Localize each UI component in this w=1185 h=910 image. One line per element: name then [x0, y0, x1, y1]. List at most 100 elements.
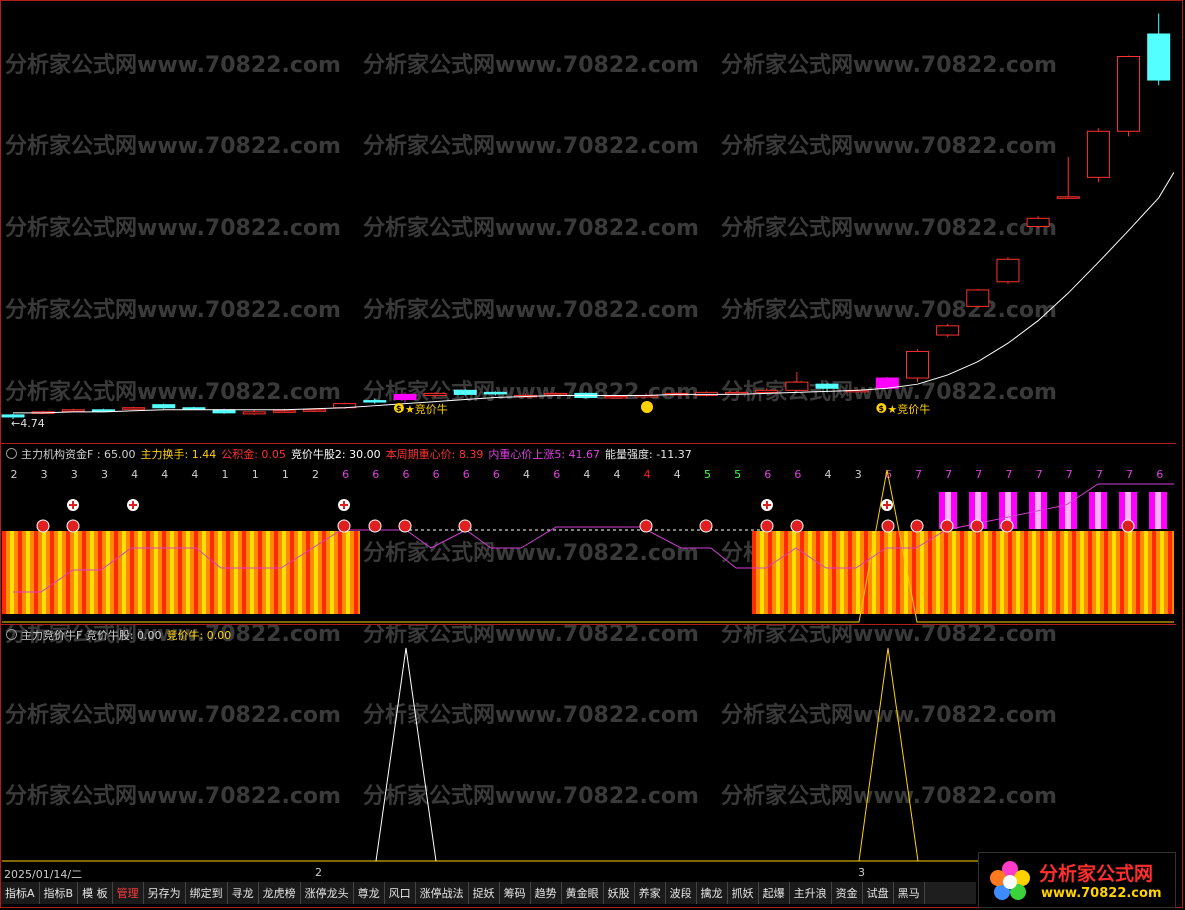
- indicator-digit: 3: [71, 468, 78, 481]
- energy-stripe: [1008, 531, 1012, 614]
- tab-抓妖[interactable]: 抓妖: [727, 882, 759, 904]
- tab-趋势[interactable]: 趋势: [530, 882, 562, 904]
- signal-spike: [375, 647, 437, 862]
- energy-stripe: [22, 531, 26, 614]
- energy-stripe: [932, 531, 936, 614]
- indicator1-panel[interactable]: 分析家公式网www.70822.com分析家公式网www.70822.com分析…: [1, 444, 1174, 623]
- tab-寻龙[interactable]: 寻龙: [227, 882, 259, 904]
- candle-body: [604, 395, 628, 399]
- energy-stripe: [1028, 531, 1032, 614]
- energy-stripe: [142, 531, 146, 614]
- tab-指标A[interactable]: 指标A: [1, 882, 40, 904]
- candle-body: [785, 381, 809, 391]
- watermark-text: 分析家公式网www.70822.com: [363, 133, 699, 159]
- energy-stripe: [162, 531, 166, 614]
- indicator-digit: 2: [11, 468, 18, 481]
- tab-波段[interactable]: 波段: [665, 882, 697, 904]
- indicator-digit: 4: [191, 468, 198, 481]
- tab-擒龙[interactable]: 擒龙: [696, 882, 728, 904]
- energy-stripe: [808, 531, 812, 614]
- energy-stripe: [78, 531, 82, 614]
- tab-龙虎榜[interactable]: 龙虎榜: [258, 882, 301, 904]
- tab-养家[interactable]: 养家: [634, 882, 666, 904]
- red-ball-icon: [970, 519, 984, 533]
- indicator-toggle-icon[interactable]: [6, 448, 17, 459]
- tab-尊龙[interactable]: 尊龙: [353, 882, 385, 904]
- indicator1-chart[interactable]: 分析家公式网www.70822.com分析家公式网www.70822.com分析…: [1, 444, 1174, 623]
- energy-stripe: [2, 531, 6, 614]
- energy-stripe: [968, 531, 972, 614]
- candle-body: [966, 289, 990, 307]
- energy-stripe: [42, 531, 46, 614]
- energy-stripe: [836, 531, 840, 614]
- indicator-digit: 6: [433, 468, 440, 481]
- energy-stripe: [182, 531, 186, 614]
- energy-stripe: [1100, 531, 1104, 614]
- energy-stripe: [294, 531, 298, 614]
- indicator-digit: 5: [734, 468, 741, 481]
- tab-主升浪[interactable]: 主升浪: [789, 882, 832, 904]
- energy-stripe: [262, 531, 266, 614]
- energy-stripe: [1148, 531, 1152, 614]
- indicator-digit: 7: [1126, 468, 1133, 481]
- indicator-digit: 6: [402, 468, 409, 481]
- energy-stripe: [54, 531, 58, 614]
- tab-起爆[interactable]: 起爆: [758, 882, 790, 904]
- watermark-text: 分析家公式网www.70822.com: [721, 215, 1057, 241]
- energy-stripe: [210, 531, 214, 614]
- energy-stripe: [70, 531, 74, 614]
- energy-stripe: [282, 531, 286, 614]
- tab-筹码[interactable]: 筹码: [499, 882, 531, 904]
- energy-stripe: [760, 531, 764, 614]
- energy-stripe: [1000, 531, 1004, 614]
- energy-stripe: [86, 531, 90, 614]
- energy-stripe: [290, 531, 294, 614]
- tab-黄金眼[interactable]: 黄金眼: [561, 882, 604, 904]
- energy-stripe: [872, 531, 876, 614]
- energy-stripe: [988, 531, 992, 614]
- energy-stripe: [824, 531, 828, 614]
- tab-黑马[interactable]: 黑马: [893, 882, 925, 904]
- energy-stripe: [238, 531, 242, 614]
- red-ball-icon: [881, 519, 895, 533]
- energy-stripe: [916, 531, 920, 614]
- tab-涨停战法[interactable]: 涨停战法: [415, 882, 469, 904]
- indicator-digit: 4: [131, 468, 138, 481]
- energy-stripe: [768, 531, 772, 614]
- energy-stripe: [828, 531, 832, 614]
- red-ball-icon: [699, 519, 713, 533]
- watermark-text: 分析家公式网www.70822.com: [721, 133, 1057, 159]
- tab-捉妖[interactable]: 捉妖: [468, 882, 500, 904]
- legend-field: 主力机构资金F : 65.00: [21, 448, 136, 461]
- tab-风口[interactable]: 风口: [384, 882, 416, 904]
- indicator-digit: 5: [704, 468, 711, 481]
- energy-stripe: [972, 531, 976, 614]
- tab-试盘[interactable]: 试盘: [862, 882, 894, 904]
- ma-line: [13, 171, 1175, 414]
- tab-模板[interactable]: 模 板: [78, 882, 113, 904]
- tab-妖股[interactable]: 妖股: [603, 882, 635, 904]
- energy-stripe: [30, 531, 34, 614]
- energy-stripe: [226, 531, 230, 614]
- tab-另存为[interactable]: 另存为: [143, 882, 186, 904]
- indicator2-chart[interactable]: 分析家公式网www.70822.com 分析家公式网www.70822.com 分析…: [1, 621, 1174, 863]
- energy-stripe: [1048, 531, 1052, 614]
- energy-stripe: [306, 531, 310, 614]
- kline-chart[interactable]: 分析家公式网www.70822.com 分析家公式网www.70822.com 分析…: [1, 1, 1175, 442]
- tab-涨停龙头[interactable]: 涨停龙头: [300, 882, 354, 904]
- energy-stripe: [992, 531, 996, 614]
- candle-body: [906, 350, 929, 379]
- kline-panel[interactable]: 分析家公式网www.70822.com 分析家公式网www.70822.com 分析…: [1, 1, 1175, 442]
- energy-stripe: [266, 531, 270, 614]
- indicator-digit: 6: [794, 468, 801, 481]
- tab-管理[interactable]: 管理: [112, 882, 144, 904]
- energy-stripe: [310, 531, 314, 614]
- tab-指标B[interactable]: 指标B: [39, 882, 79, 904]
- indicator2-panel[interactable]: 分析家公式网www.70822.com 分析家公式网www.70822.com 分析…: [1, 621, 1174, 863]
- energy-stripe: [960, 531, 964, 614]
- candle-body: [725, 391, 749, 395]
- indicator-toggle-icon[interactable]: [6, 629, 17, 640]
- tab-资金[interactable]: 资金: [831, 882, 863, 904]
- tab-绑定到[interactable]: 绑定到: [185, 882, 228, 904]
- energy-stripe: [14, 531, 18, 614]
